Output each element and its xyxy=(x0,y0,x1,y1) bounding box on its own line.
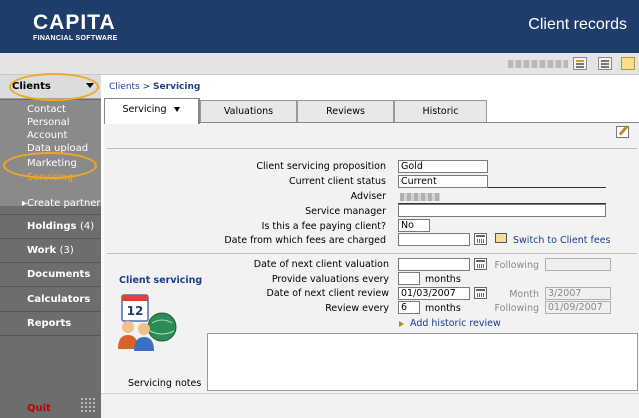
status-label: Current client status xyxy=(288,176,386,187)
sidebar-item-calculators[interactable]: Calculators xyxy=(27,294,90,305)
sidebar-divider xyxy=(0,262,101,263)
capita-logo: CAPITA FINANCIAL SOFTWARE xyxy=(33,12,118,43)
list-icon[interactable] xyxy=(598,57,612,70)
sidebar-divider xyxy=(0,335,101,336)
sidebar-divider xyxy=(0,238,101,239)
section-divider xyxy=(107,253,637,254)
holdings-label: Holdings xyxy=(27,221,77,232)
sidebar-divider xyxy=(0,214,101,215)
status-underline xyxy=(488,187,606,188)
folder-icon[interactable] xyxy=(621,57,635,70)
following-review-label: Following xyxy=(494,303,540,314)
valuations-every-label: Provide valuations every xyxy=(271,274,389,285)
sidebar-item-account[interactable]: Account xyxy=(27,130,67,142)
notes-icon[interactable] xyxy=(573,57,587,70)
review-month-label: Month xyxy=(509,289,539,300)
quit-button[interactable]: Quit xyxy=(27,403,51,414)
next-valuation-label: Date of next client valuation xyxy=(253,259,389,270)
tab-historic[interactable]: Historic xyxy=(394,100,487,122)
switch-fees-icon[interactable] xyxy=(495,233,507,243)
fee-paying-field[interactable]: No xyxy=(398,219,430,232)
status-field[interactable]: Current xyxy=(398,175,488,188)
user-name-redacted xyxy=(508,60,568,68)
review-months-label: months xyxy=(425,303,461,314)
review-every-label: Review every xyxy=(325,303,389,314)
sidebar: Clients Contact Personal Account Data up… xyxy=(0,75,101,418)
create-partner-link[interactable]: ▸Create partner xyxy=(22,198,101,209)
adviser-label: Adviser xyxy=(350,191,386,202)
sidebar-item-holdings[interactable]: Holdings (4) xyxy=(27,221,94,232)
servicing-notes-label: Servicing notes xyxy=(128,378,202,389)
fees-date-label: Date from which fees are charged xyxy=(224,235,386,246)
sidebar-item-personal[interactable]: Personal xyxy=(27,117,70,129)
tab-bar: Servicing Valuations Reviews Historic xyxy=(104,98,639,124)
breadcrumb-clients-link[interactable]: Clients xyxy=(109,82,140,92)
highlight-ring-marketing xyxy=(3,152,97,179)
review-month-field: 3/2007 xyxy=(545,287,611,300)
bottom-bar xyxy=(101,393,639,418)
proposition-label: Client servicing proposition xyxy=(256,161,386,172)
sidebar-divider xyxy=(0,311,101,312)
logo-main-text: CAPITA xyxy=(33,11,116,34)
following-valuation-field xyxy=(545,258,611,271)
work-label: Work xyxy=(27,245,57,256)
service-manager-field[interactable] xyxy=(398,204,606,217)
edit-icon[interactable] xyxy=(616,126,629,138)
client-servicing-icon: 12 xyxy=(118,294,177,351)
add-historic-review-label: Add historic review xyxy=(410,318,501,329)
next-valuation-field[interactable] xyxy=(398,258,470,271)
fees-date-field[interactable] xyxy=(398,233,470,246)
tab-servicing-label: Servicing xyxy=(122,104,167,115)
tab-valuations[interactable]: Valuations xyxy=(200,100,297,122)
valuations-months-label: months xyxy=(425,274,461,285)
client-servicing-title: Client servicing xyxy=(119,275,203,286)
resize-grip-icon[interactable] xyxy=(80,397,96,413)
calendar-icon[interactable] xyxy=(474,287,487,299)
switch-to-client-fees-link[interactable]: Switch to Client fees xyxy=(513,235,611,246)
add-historic-review-link[interactable]: Add historic review xyxy=(399,318,501,329)
breadcrumb-separator: > xyxy=(142,82,151,92)
service-manager-label: Service manager xyxy=(305,206,386,217)
tab-servicing[interactable]: Servicing xyxy=(104,98,200,124)
review-every-field[interactable]: 6 xyxy=(398,301,420,314)
sidebar-divider xyxy=(0,286,101,287)
breadcrumb-current: Servicing xyxy=(153,82,201,92)
next-review-label: Date of next client review xyxy=(266,288,390,299)
sidebar-item-documents[interactable]: Documents xyxy=(27,269,90,280)
sidebar-item-reports[interactable]: Reports xyxy=(27,318,71,329)
breadcrumb: Clients > Servicing xyxy=(109,82,200,92)
arrow-right-icon xyxy=(399,320,404,327)
following-review-field: 01/09/2007 xyxy=(545,301,611,314)
calendar-icon[interactable] xyxy=(474,258,487,270)
calendar-icon[interactable] xyxy=(474,233,487,245)
svg-text:12: 12 xyxy=(127,304,144,318)
page-title: Client records xyxy=(528,16,627,33)
sidebar-item-work[interactable]: Work (3) xyxy=(27,245,74,256)
create-partner-label: Create partner xyxy=(27,198,101,209)
servicing-notes-textarea[interactable] xyxy=(207,333,638,391)
work-count: (3) xyxy=(59,245,74,256)
section-divider xyxy=(107,148,637,149)
adviser-value-redacted xyxy=(400,193,440,201)
chevron-down-icon[interactable] xyxy=(174,107,181,112)
proposition-field[interactable]: Gold xyxy=(398,160,488,173)
fee-paying-label: Is this a fee paying client? xyxy=(261,221,386,232)
following-valuation-label: Following xyxy=(494,260,540,271)
logo-sub-text: FINANCIAL SOFTWARE xyxy=(33,35,118,42)
valuations-every-field[interactable] xyxy=(398,272,420,285)
toolbar xyxy=(0,53,639,75)
next-review-field[interactable]: 01/03/2007 xyxy=(398,287,470,300)
holdings-count: (4) xyxy=(79,221,95,232)
highlight-ring-clients xyxy=(9,73,99,101)
app-header: CAPITA FINANCIAL SOFTWARE Client records xyxy=(0,0,639,53)
tab-reviews[interactable]: Reviews xyxy=(297,100,394,122)
sidebar-item-contact[interactable]: Contact xyxy=(27,104,66,116)
